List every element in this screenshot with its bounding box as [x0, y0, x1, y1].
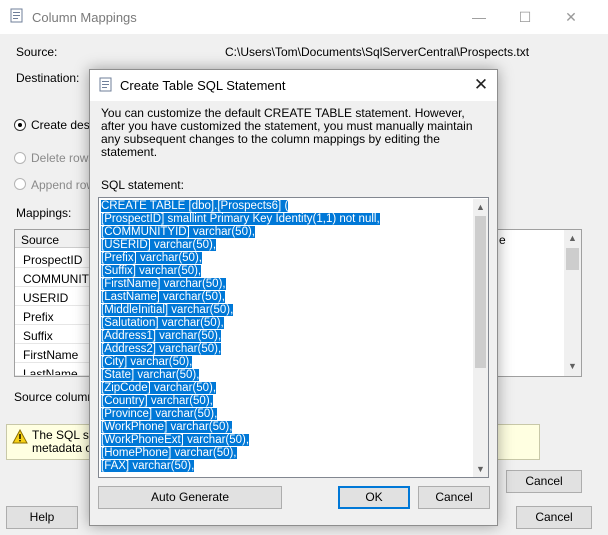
sql-line-text: [Address2] varchar(50),: [101, 343, 222, 355]
delete-rows-label: Delete rows: [31, 151, 95, 165]
mappings-label: Mappings:: [16, 206, 72, 220]
source-label: Source:: [16, 45, 58, 59]
sql-line: [FAX] varchar(50),: [101, 460, 380, 473]
sql-line: [City] varchar(50),: [101, 356, 380, 369]
grid-row[interactable]: Suffix: [15, 325, 93, 344]
source-column-label: Source column:: [14, 390, 98, 404]
sql-line: [USERID] varchar(50),: [101, 239, 380, 252]
sql-line: [WorkPhoneExt] varchar(50),: [101, 434, 380, 447]
sql-line-text: CREATE TABLE [dbo].[Prospects6] (: [101, 200, 289, 212]
bottom-cancel-button[interactable]: Cancel: [516, 506, 592, 529]
sql-line: [WorkPhone] varchar(50),: [101, 421, 380, 434]
source-path: C:\Users\Tom\Documents\SqlServerCentral\…: [225, 45, 530, 59]
sql-line-text: [FirstName] varchar(50),: [101, 278, 226, 290]
maximize-icon[interactable]: ☐: [502, 4, 548, 30]
dialog-title: Create Table SQL Statement: [120, 78, 286, 93]
sql-line: [State] varchar(50),: [101, 369, 380, 382]
column-mappings-app-icon: [10, 8, 23, 23]
grid-row[interactable]: Prefix: [15, 306, 93, 325]
sql-line-text: [Prefix] varchar(50),: [101, 252, 202, 264]
grid-row[interactable]: LastName: [15, 363, 93, 376]
create-destination-label: Create dest: [31, 118, 94, 132]
sql-line: [HomePhone] varchar(50),: [101, 447, 380, 460]
grid-row[interactable]: FirstName: [15, 344, 93, 363]
sql-line: [Suffix] varchar(50),: [101, 265, 380, 278]
ok-button[interactable]: OK: [338, 486, 410, 509]
sql-line-text: [Salutation] varchar(50),: [101, 317, 224, 329]
sql-line: [COMMUNITYID] varchar(50),: [101, 226, 380, 239]
background-cancel-button[interactable]: Cancel: [506, 470, 582, 493]
sql-line: [FirstName] varchar(50),: [101, 278, 380, 291]
sql-scrollbar-thumb[interactable]: [475, 216, 486, 368]
sql-line-text: [Suffix] varchar(50),: [101, 265, 202, 277]
sql-line: [Province] varchar(50),: [101, 408, 380, 421]
sql-statement-icon: [99, 77, 112, 92]
scroll-up-icon[interactable]: ▲: [564, 233, 581, 243]
sql-line: [Country] varchar(50),: [101, 395, 380, 408]
sql-line-text: [ProspectID] smallint Primary Key Identi…: [101, 213, 380, 225]
dialog-description: You can customize the default CREATE TAB…: [101, 106, 473, 159]
sql-line-text: [WorkPhoneExt] varchar(50),: [101, 434, 250, 446]
sql-line-text: [City] varchar(50),: [101, 356, 193, 368]
scroll-down-icon[interactable]: ▼: [473, 464, 488, 474]
sql-line-text: [ZipCode] varchar(50),: [101, 382, 217, 394]
sql-line-text: [LastName] varchar(50),: [101, 291, 225, 303]
sql-line: [MiddleInitial] varchar(50),: [101, 304, 380, 317]
minimize-icon[interactable]: —: [456, 4, 502, 30]
sql-line-text: [State] varchar(50),: [101, 369, 200, 381]
warning-text-line1: The SQL st: [32, 428, 93, 442]
create-table-dialog: Create Table SQL Statement ✕ You can cus…: [89, 69, 498, 526]
grid-scrollbar-thumb[interactable]: [566, 248, 579, 270]
sql-line: [ProspectID] smallint Primary Key Identi…: [101, 213, 380, 226]
sql-line: [Address1] varchar(50),: [101, 330, 380, 343]
sql-statement-label: SQL statement:: [101, 178, 184, 192]
dialog-cancel-button[interactable]: Cancel: [418, 486, 490, 509]
grid-row[interactable]: COMMUNITYI: [15, 268, 100, 287]
warning-text-line2: metadata of: [32, 441, 96, 455]
background-window-title: Column Mappings: [32, 10, 137, 25]
auto-generate-button[interactable]: Auto Generate: [98, 486, 282, 509]
warning-icon: [12, 429, 28, 444]
grid-header-source[interactable]: Source: [15, 230, 95, 248]
sql-line: CREATE TABLE [dbo].[Prospects6] (: [101, 200, 380, 213]
grid-header-partial: e: [499, 233, 506, 247]
sql-line: [Address2] varchar(50),: [101, 343, 380, 356]
scroll-down-icon[interactable]: ▼: [564, 361, 581, 371]
sql-line-text: [Province] varchar(50),: [101, 408, 218, 420]
sql-line-text: [WorkPhone] varchar(50),: [101, 421, 233, 433]
sql-line-text: [MiddleInitial] varchar(50),: [101, 304, 234, 316]
sql-line-text: [FAX] varchar(50),: [101, 460, 195, 472]
close-icon[interactable]: ✕: [548, 4, 594, 30]
sql-text: CREATE TABLE [dbo].[Prospects6] ([Prospe…: [101, 200, 380, 473]
append-rows-radio[interactable]: [14, 178, 26, 190]
sql-statement-textarea[interactable]: CREATE TABLE [dbo].[Prospects6] ([Prospe…: [98, 197, 489, 478]
dialog-close-icon[interactable]: ✕: [471, 75, 491, 95]
sql-line: [ZipCode] varchar(50),: [101, 382, 380, 395]
help-button[interactable]: Help: [6, 506, 78, 529]
sql-line: [Prefix] varchar(50),: [101, 252, 380, 265]
grid-row[interactable]: ProspectID: [15, 249, 93, 268]
sql-line-text: [Country] varchar(50),: [101, 395, 213, 407]
append-rows-label: Append row: [31, 178, 96, 192]
sql-line: [LastName] varchar(50),: [101, 291, 380, 304]
sql-line-text: [COMMUNITYID] varchar(50),: [101, 226, 255, 238]
sql-line-text: [USERID] varchar(50),: [101, 239, 217, 251]
sql-line-text: [Address1] varchar(50),: [101, 330, 222, 342]
destination-label: Destination:: [16, 71, 80, 85]
sql-line: [Salutation] varchar(50),: [101, 317, 380, 330]
delete-rows-radio[interactable]: [14, 152, 26, 164]
create-destination-radio[interactable]: [14, 119, 26, 131]
scroll-up-icon[interactable]: ▲: [473, 202, 488, 212]
sql-line-text: [HomePhone] varchar(50),: [101, 447, 237, 459]
grid-row[interactable]: USERID: [15, 287, 93, 306]
